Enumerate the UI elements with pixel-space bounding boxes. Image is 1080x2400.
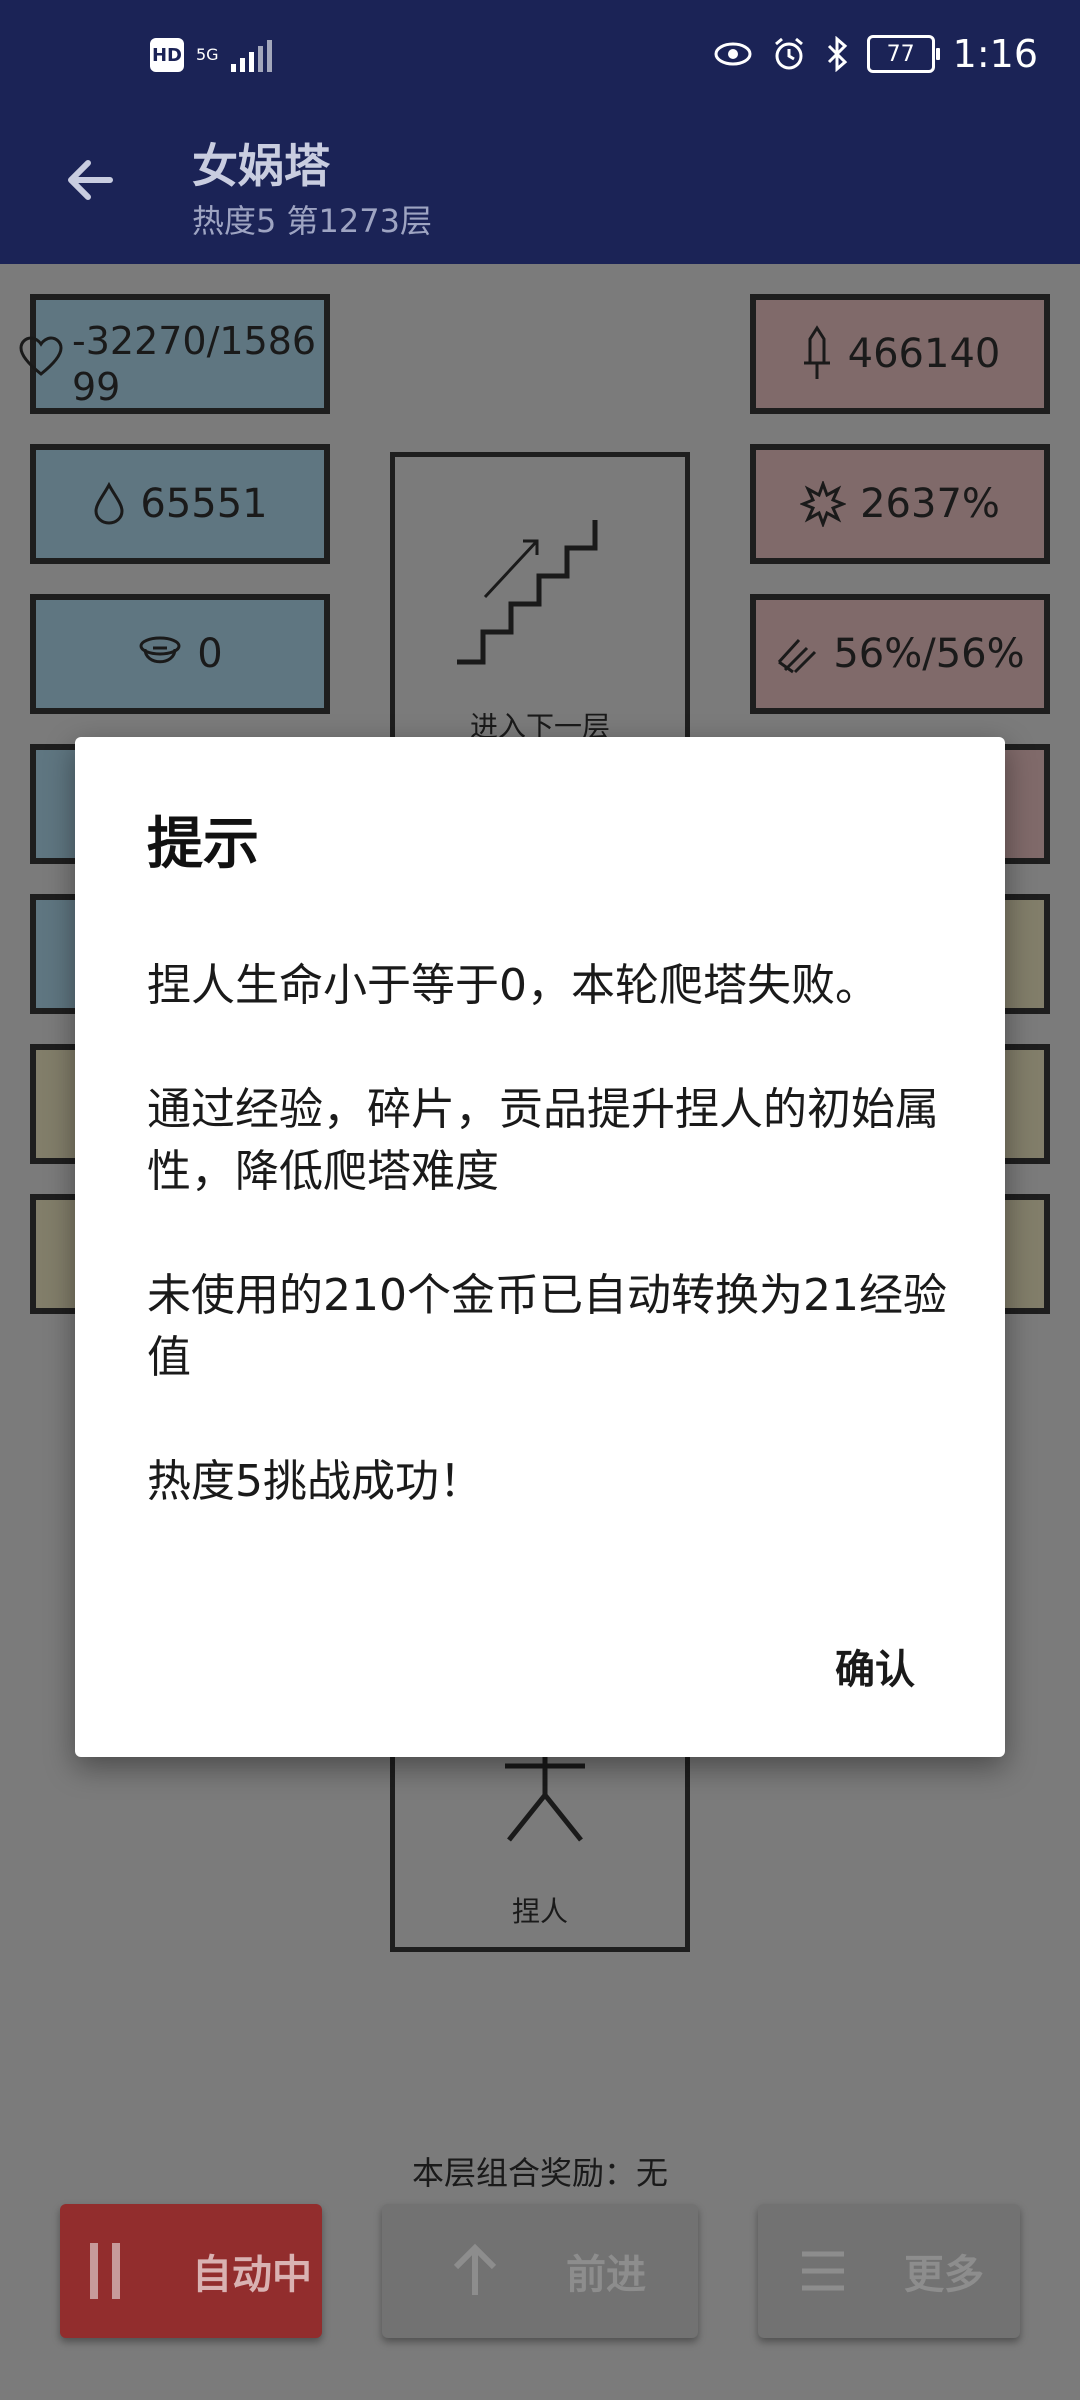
floor-reward-text: 本层组合奖励：无 [411,2154,668,2192]
stat-defense: 0 [30,594,330,714]
dialog-title: 提示 [147,812,259,877]
stat-pierce: 56%/56% [750,594,1050,714]
drop-icon [94,482,124,525]
battery-icon: 77 [866,35,940,73]
stat-mp-value: 65551 [140,481,268,527]
burst-icon [800,481,847,527]
menu-icon [802,2251,844,2291]
auto-button-label: 自动中 [192,2252,312,2298]
stairs-icon [457,520,598,665]
stat-crit-value: 2637% [860,481,1000,527]
clock: 1:16 [952,32,1038,76]
sword-icon [803,325,830,379]
alert-dialog: 提示 捏人生命小于等于0，本轮爬塔失败。 通过经验，碎片，贡品提升捏人的初始属性… [75,737,1005,1757]
slash-icon [778,638,817,674]
page-title: 女娲塔 [192,139,330,193]
forward-button[interactable]: 前进 [382,2204,698,2338]
more-button[interactable]: 更多 [758,2204,1020,2338]
page-subtitle: 热度5 第1273层 [192,202,432,240]
confirm-button[interactable]: 确认 [835,1637,915,1695]
next-floor-button[interactable]: 进入下一层 [390,452,690,752]
alarm-icon [774,37,803,70]
status-right: 77 1:16 [713,32,1038,76]
network-label: 5G [196,45,219,64]
stat-hp-value: -32270/158699 [72,319,317,409]
auto-button[interactable]: 自动中 [60,2204,322,2338]
character-box[interactable]: 捏人 [390,1740,690,1952]
back-arrow-icon[interactable] [60,150,120,210]
bluetooth-icon [827,36,847,72]
app-bar [0,120,1080,264]
stat-mp: 65551 [30,444,330,564]
pause-icon [90,2243,120,2299]
stat-attack: 466140 [750,294,1050,414]
more-button-label: 更多 [904,2252,984,2298]
stat-pierce-value: 56%/56% [833,631,1025,677]
stat-defense-value: 0 [197,631,223,677]
character-label: 捏人 [511,1895,568,1928]
stat-attack-value: 466140 [847,331,1001,377]
stick-figure-icon [505,1740,585,1842]
eye-icon [714,42,752,66]
status-bar: HD 5G 77 1:16 [0,0,1080,120]
helmet-icon [139,636,181,664]
stat-hp: -32270/158699 [19,294,330,414]
up-arrow-icon [453,2243,497,2295]
signal-icon [230,38,272,72]
heart-icon [19,336,63,376]
dialog-message: 捏人生命小于等于0，本轮爬塔失败。 通过经验，碎片，贡品提升捏人的初始属性，降低… [147,960,947,1507]
status-left: HD 5G [150,38,272,72]
hd-badge: HD [150,38,184,72]
stat-crit: 2637% [750,444,1050,564]
forward-button-label: 前进 [566,2252,646,2298]
